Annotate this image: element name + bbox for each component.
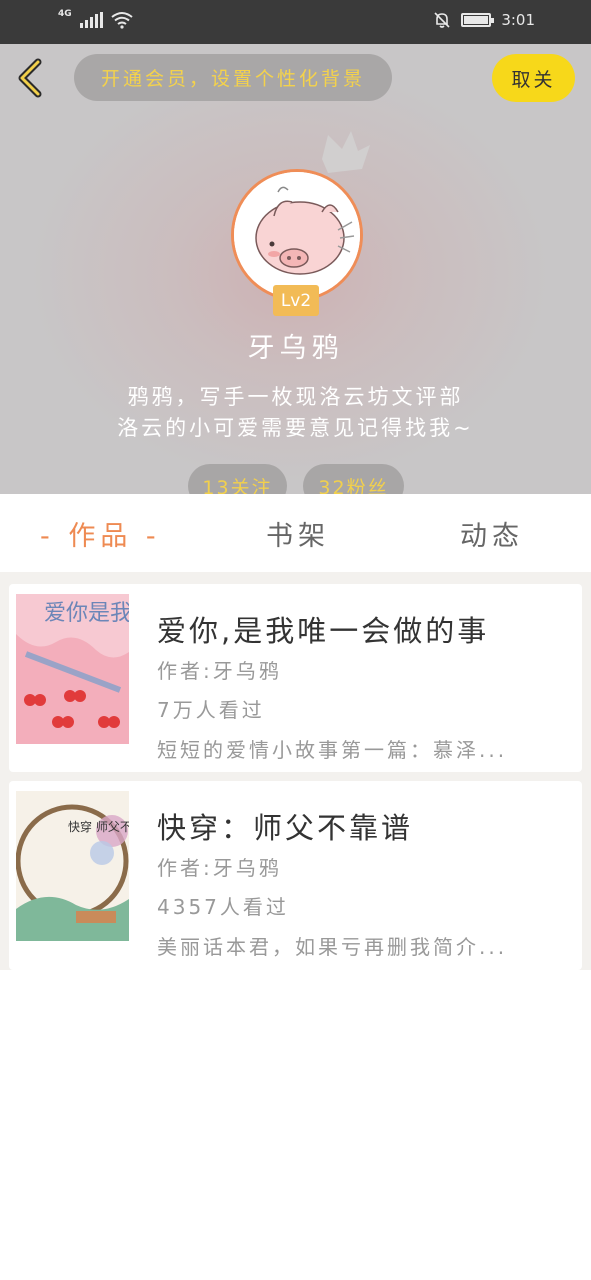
cover-title: 快穿 师父不靠谱 — [68, 819, 129, 834]
book-views: 4357人看过 — [157, 895, 289, 919]
network-type: 4G — [58, 9, 72, 19]
profile-header: 开通会员，设置个性化背景 取关 Lv2 牙乌鸦 鸦鸦，写手一枚现洛云坊文评部 洛… — [0, 44, 591, 494]
signal-icon — [79, 12, 103, 28]
tab-feed[interactable]: 动态 — [460, 514, 524, 553]
clock: 3:01 — [501, 11, 535, 29]
book-author: 作者:牙乌鸦 — [157, 659, 282, 683]
bio-line-1: 鸦鸦，写手一枚现洛云坊文评部 — [127, 385, 464, 409]
profile-tabs: - 作品 - 书架 动态 — [0, 494, 591, 572]
book-cover: 爱你是我 — [16, 594, 129, 744]
username: 牙乌鸦 — [247, 333, 344, 364]
wifi-icon — [111, 12, 133, 29]
pig-avatar-icon — [234, 172, 360, 298]
tab-works[interactable]: - 作品 - — [40, 514, 161, 553]
crown-icon — [322, 131, 370, 173]
book-views: 7万人看过 — [157, 698, 265, 722]
cover-title: 爱你是我 — [44, 601, 129, 626]
unfollow-button[interactable]: 取关 — [492, 54, 575, 102]
book-card[interactable]: 快穿 师父不靠谱 快穿：师父不靠谱 作者:牙乌鸦 4357人看过 美丽话本君，如… — [9, 781, 582, 970]
back-icon[interactable] — [12, 58, 52, 98]
battery-icon — [461, 13, 495, 27]
tab-bookshelf[interactable]: 书架 — [266, 514, 330, 553]
fans-count-button[interactable]: 32粉丝 — [303, 464, 404, 494]
user-bio: 鸦鸦，写手一枚现洛云坊文评部 洛云的小可爱需要意见记得找我~ — [60, 382, 531, 444]
bio-line-2: 洛云的小可爱需要意见记得找我~ — [117, 416, 474, 440]
book-description: 短短的爱情小故事第一篇：慕泽... — [157, 738, 508, 762]
book-title[interactable]: 快穿：师父不靠谱 — [157, 805, 413, 847]
book-cover: 快穿 师父不靠谱 — [16, 791, 129, 941]
status-bar: 4G 3:01 — [0, 0, 591, 44]
mute-bell-icon — [434, 12, 450, 28]
vip-banner-button[interactable]: 开通会员，设置个性化背景 — [74, 54, 392, 101]
book-author: 作者:牙乌鸦 — [157, 856, 282, 880]
following-count-button[interactable]: 13关注 — [188, 464, 287, 494]
book-card[interactable]: 爱你是我 爱你,是我唯一会做的事 作者:牙乌鸦 7万人看过 短短的爱情小故事第一… — [9, 584, 582, 772]
level-badge: Lv2 — [273, 285, 319, 316]
book-description: 美丽话本君，如果亏再删我简介... — [157, 935, 508, 959]
avatar[interactable] — [231, 169, 363, 301]
book-title[interactable]: 爱你,是我唯一会做的事 — [157, 608, 489, 650]
